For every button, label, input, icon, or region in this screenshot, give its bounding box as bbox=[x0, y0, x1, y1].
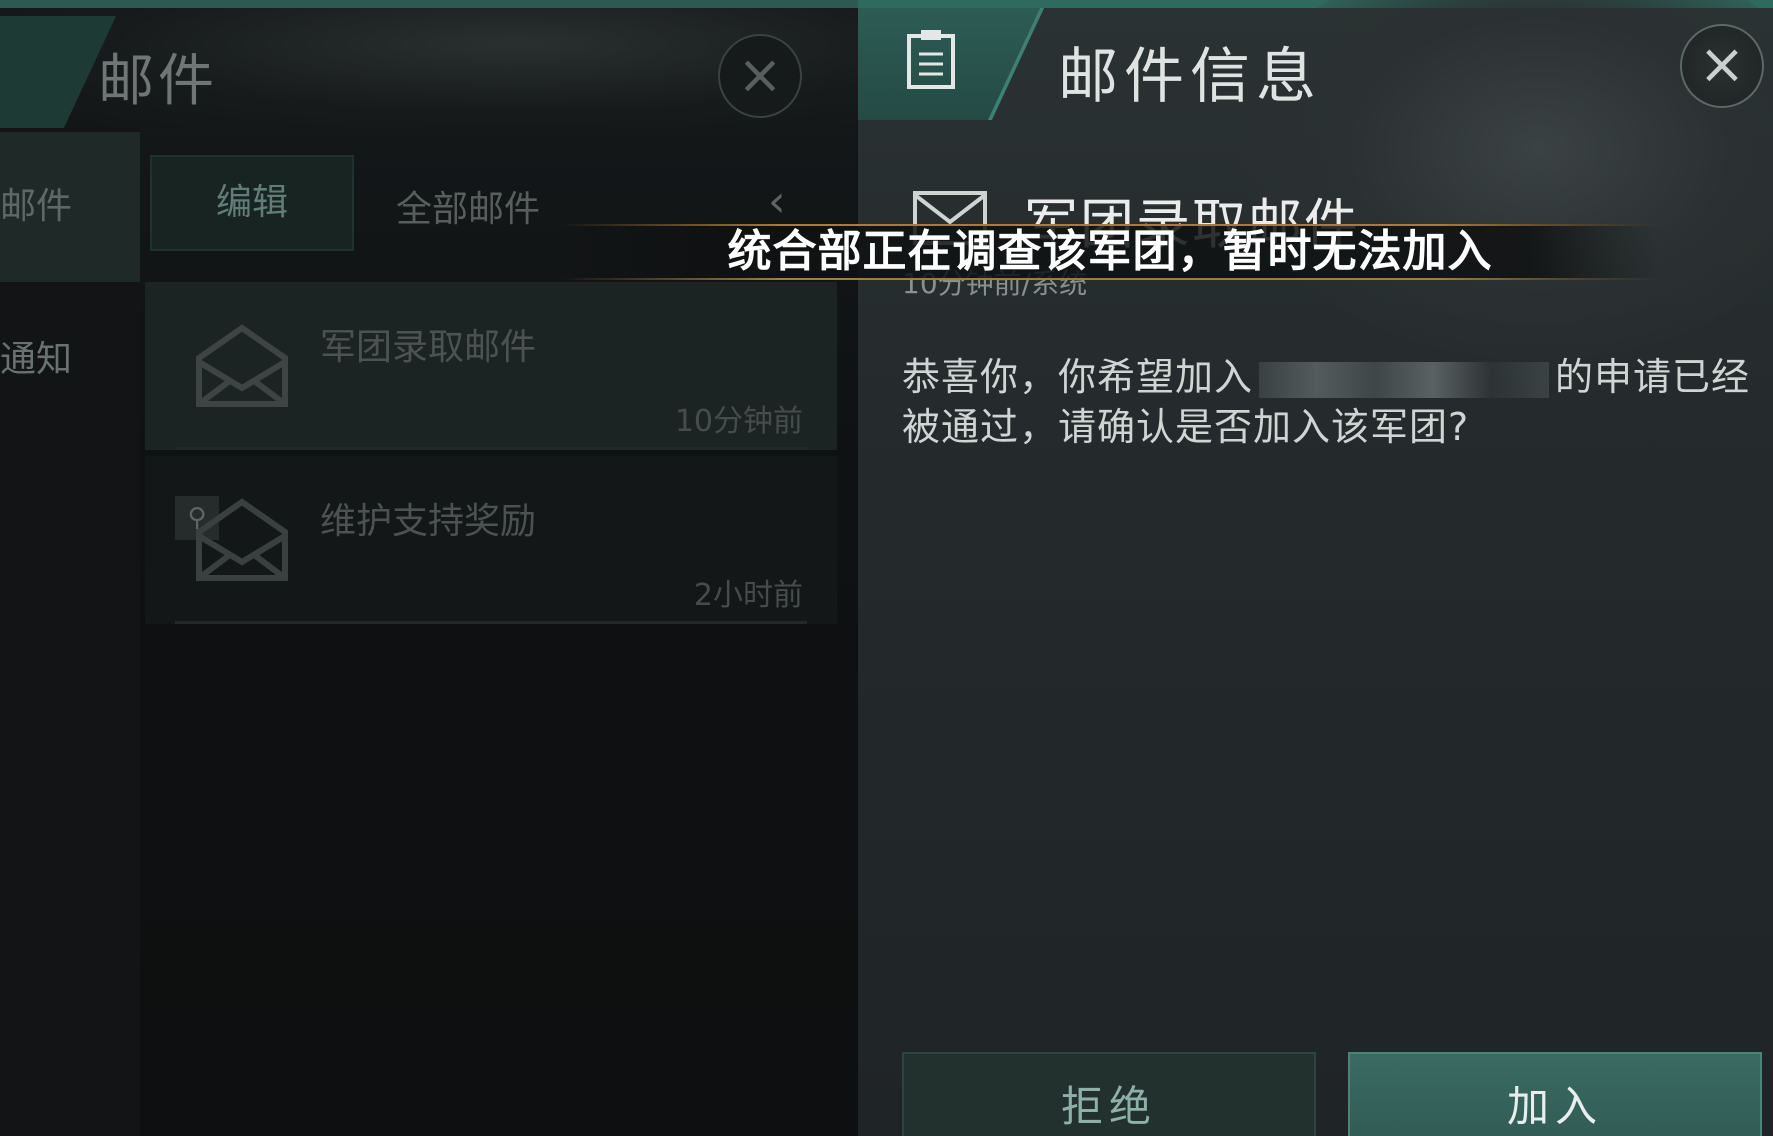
item-divider bbox=[175, 621, 807, 624]
top-accent-line bbox=[0, 0, 858, 8]
mail-list-title: 邮件 bbox=[98, 49, 218, 114]
chevron-left-icon[interactable]: ‹ bbox=[768, 176, 786, 227]
mail-subject: 维护支持奖励 bbox=[320, 501, 537, 542]
close-icon[interactable]: × bbox=[718, 34, 802, 118]
toast-text: 统合部正在调查该军团，暂时无法加入 bbox=[727, 226, 1493, 277]
open-envelope-icon bbox=[196, 498, 288, 581]
clipboard-icon bbox=[907, 30, 955, 89]
reject-button[interactable]: 拒绝 bbox=[902, 1052, 1316, 1136]
list-item[interactable]: ⚲ 维护支持奖励 2小时前 bbox=[145, 456, 837, 624]
open-envelope-icon bbox=[196, 324, 288, 407]
close-icon[interactable]: × bbox=[1680, 24, 1764, 108]
mail-detail-panel: 邮件信息 × 军团录取邮件 10分钟前/系统 恭喜你，你希望加入的申请已经被通过… bbox=[858, 0, 1773, 1136]
list-item[interactable]: 军团录取邮件 10分钟前 bbox=[145, 282, 837, 450]
sidebar-item-mail[interactable]: 邮件 bbox=[0, 132, 140, 282]
mail-subject: 军团录取邮件 bbox=[320, 327, 537, 368]
toast-message: 统合部正在调查该军团，暂时无法加入 bbox=[560, 224, 1660, 280]
mail-time: 10分钟前 bbox=[674, 404, 803, 439]
sidebar-item-notice[interactable]: 通知 bbox=[0, 330, 140, 390]
join-button[interactable]: 加入 bbox=[1348, 1052, 1762, 1136]
item-divider bbox=[175, 447, 807, 450]
toast-border-bottom bbox=[560, 278, 1660, 280]
mail-time: 2小时前 bbox=[693, 578, 803, 613]
mail-detail-title: 邮件信息 bbox=[1058, 42, 1322, 112]
mail-filter-dropdown[interactable]: 全部邮件 bbox=[396, 180, 540, 232]
mail-body: 恭喜你，你希望加入 的申请已经被通过，请确认是否加入该军团? bbox=[902, 352, 1752, 452]
mail-list-panel: 邮件 × 邮件 通知 编辑 全部邮件 ‹ 军团录取邮件 10分钟前 ⚲ 维护支持… bbox=[0, 0, 858, 1136]
mail-body-text: 恭喜你，你希望加入 bbox=[902, 355, 1254, 399]
redacted-legion-name bbox=[1259, 361, 1550, 398]
sidebar-item-label: 邮件 bbox=[0, 186, 73, 227]
edit-button[interactable]: 编辑 bbox=[150, 155, 354, 251]
sidebar-item-label: 通知 bbox=[0, 339, 73, 380]
mail-list-header: 邮件 × bbox=[0, 8, 858, 128]
